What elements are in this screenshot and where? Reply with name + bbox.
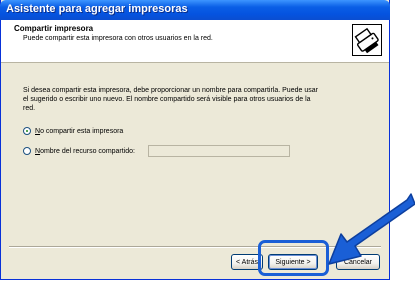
description-text: Si desea compartir esta impresora, debe … [23,87,318,112]
radio-button-no-share[interactable] [23,127,31,135]
pointer-arrow-icon [328,193,415,265]
page-subtitle: Puede compartir esta impresora con otros… [23,35,213,42]
radio-button-share-name[interactable] [23,147,31,155]
radio-label-share-name: Nombre del recurso compartido: [35,147,135,155]
radio-share-name[interactable]: Nombre del recurso compartido: [23,145,135,157]
wizard-header: Compartir impresora Puede compartir esta… [1,20,389,63]
radio-label-no-share: No compartir esta impresora [35,127,124,135]
window-title: Asistente para agregar impresoras [6,3,188,15]
printer-icon [352,24,382,56]
share-name-input[interactable] [148,145,290,157]
title-bar[interactable]: Asistente para agregar impresoras [0,0,390,20]
page-title: Compartir impresora [14,24,94,33]
radio-no-share[interactable]: No compartir esta impresora [23,125,123,137]
